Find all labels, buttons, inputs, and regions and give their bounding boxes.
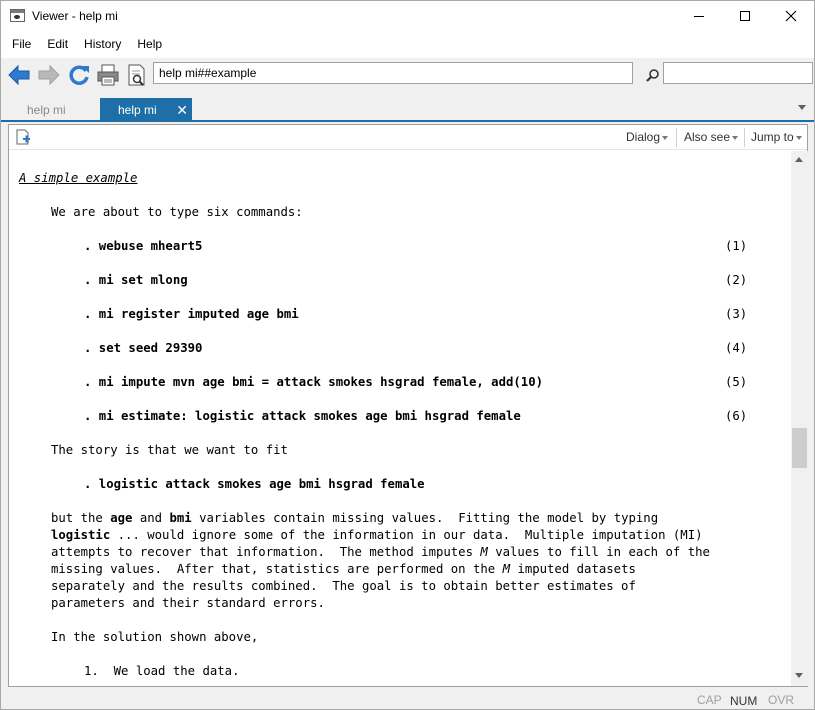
- maximize-icon: [740, 11, 750, 21]
- command-line-2[interactable]: . mi set mlong: [84, 272, 188, 289]
- jump-to-label: Jump to: [751, 130, 794, 144]
- help-text-area: A simple example We are about to type si…: [9, 151, 791, 686]
- step-1-text: 1. We load the data.: [84, 664, 240, 678]
- also-see-label: Also see: [684, 130, 731, 144]
- command-number-6: (6): [725, 409, 748, 423]
- scroll-down-icon[interactable]: [795, 673, 803, 678]
- content-toolbar: Dialog Also see Jump to: [9, 125, 807, 150]
- paragraph-line-1: but the age and bmi variables contain mi…: [51, 511, 659, 525]
- print-icon[interactable]: [96, 63, 120, 87]
- viewer-app-icon: [10, 9, 25, 22]
- command-line-3[interactable]: . mi register imputed age bmi: [84, 306, 299, 323]
- command-number-1: (1): [725, 239, 748, 253]
- num-lock-indicator: NUM: [730, 694, 758, 708]
- status-bar: CAP NUM OVR: [1, 689, 814, 709]
- also-see-menu-button[interactable]: Also see: [684, 130, 739, 144]
- command-number-2: (2): [725, 273, 748, 287]
- chevron-down-icon: [795, 135, 802, 140]
- solution-text: In the solution shown above,: [51, 630, 259, 644]
- jump-to-menu-button[interactable]: Jump to: [751, 130, 802, 144]
- dialog-label: Dialog: [626, 130, 661, 144]
- tab-label: help mi: [118, 103, 157, 117]
- command-number-5: (5): [725, 375, 748, 389]
- divider: [744, 128, 745, 147]
- paragraph-line-2: logistic ... would ignore some of the in…: [51, 528, 703, 542]
- close-window-button[interactable]: [768, 1, 814, 31]
- paragraph-line-5: separately and the results combined. The…: [51, 579, 636, 593]
- forward-arrow-icon[interactable]: [37, 63, 61, 87]
- paragraph-line-6: parameters and their standard errors.: [51, 596, 325, 610]
- close-icon: [785, 10, 797, 22]
- chevron-down-icon: [732, 135, 739, 140]
- command-line-1[interactable]: . webuse mheart5: [84, 238, 202, 255]
- viewer-window: Viewer - help mi File Edit History Help: [0, 0, 815, 710]
- title-bar: Viewer - help mi: [1, 1, 814, 31]
- fit-command[interactable]: . logistic attack smokes age bmi hsgrad …: [84, 476, 425, 493]
- tab-bar: help mi help mi ✕: [1, 93, 814, 122]
- new-viewer-icon[interactable]: [15, 129, 31, 145]
- find-input[interactable]: [663, 62, 813, 84]
- minimize-icon: [694, 15, 704, 17]
- minimize-button[interactable]: [676, 1, 722, 31]
- intro-text: We are about to type six commands:: [51, 205, 303, 219]
- paragraph-line-4: missing values. After that, statistics a…: [51, 562, 636, 576]
- overwrite-indicator: OVR: [768, 693, 795, 707]
- scrollbar-thumb[interactable]: [792, 428, 807, 468]
- vertical-scrollbar[interactable]: [791, 151, 808, 686]
- command-number-3: (3): [725, 307, 748, 321]
- dialog-menu-button[interactable]: Dialog: [626, 130, 669, 144]
- tab-list-dropdown-icon[interactable]: [798, 105, 806, 110]
- tab-close-icon[interactable]: ✕: [176, 98, 188, 122]
- command-line-5[interactable]: . mi impute mvn age bmi = attack smokes …: [84, 374, 543, 391]
- document-search-icon[interactable]: [126, 63, 148, 87]
- paragraph-line-3: attempts to recover that information. Th…: [51, 545, 710, 559]
- window-title: Viewer - help mi: [32, 9, 118, 23]
- divider: [676, 128, 677, 147]
- refresh-icon[interactable]: [67, 63, 91, 87]
- menu-bar: File Edit History Help: [1, 31, 814, 58]
- story-text: The story is that we want to fit: [51, 443, 288, 457]
- menu-file[interactable]: File: [4, 31, 39, 58]
- tab-label: help mi: [27, 103, 66, 117]
- caps-lock-indicator: CAP: [697, 693, 722, 707]
- command-line-6[interactable]: . mi estimate: logistic attack smokes ag…: [84, 408, 521, 425]
- menu-edit[interactable]: Edit: [39, 31, 76, 58]
- menu-history[interactable]: History: [76, 31, 129, 58]
- command-line-4[interactable]: . set seed 29390: [84, 340, 202, 357]
- menu-help[interactable]: Help: [129, 31, 170, 58]
- scroll-up-icon[interactable]: [795, 157, 803, 162]
- chevron-down-icon: [662, 135, 669, 140]
- command-number-4: (4): [725, 341, 748, 355]
- section-heading[interactable]: A simple example: [19, 170, 137, 187]
- maximize-button[interactable]: [722, 1, 768, 31]
- tab-help-mi-2[interactable]: help mi ✕: [100, 98, 192, 122]
- back-arrow-icon[interactable]: [7, 63, 31, 87]
- find-icon[interactable]: [645, 68, 661, 84]
- command-url-input[interactable]: help mi##example: [153, 62, 633, 84]
- tab-help-mi-1[interactable]: help mi: [9, 98, 101, 122]
- viewer-content: Dialog Also see Jump to A simple example…: [8, 124, 808, 687]
